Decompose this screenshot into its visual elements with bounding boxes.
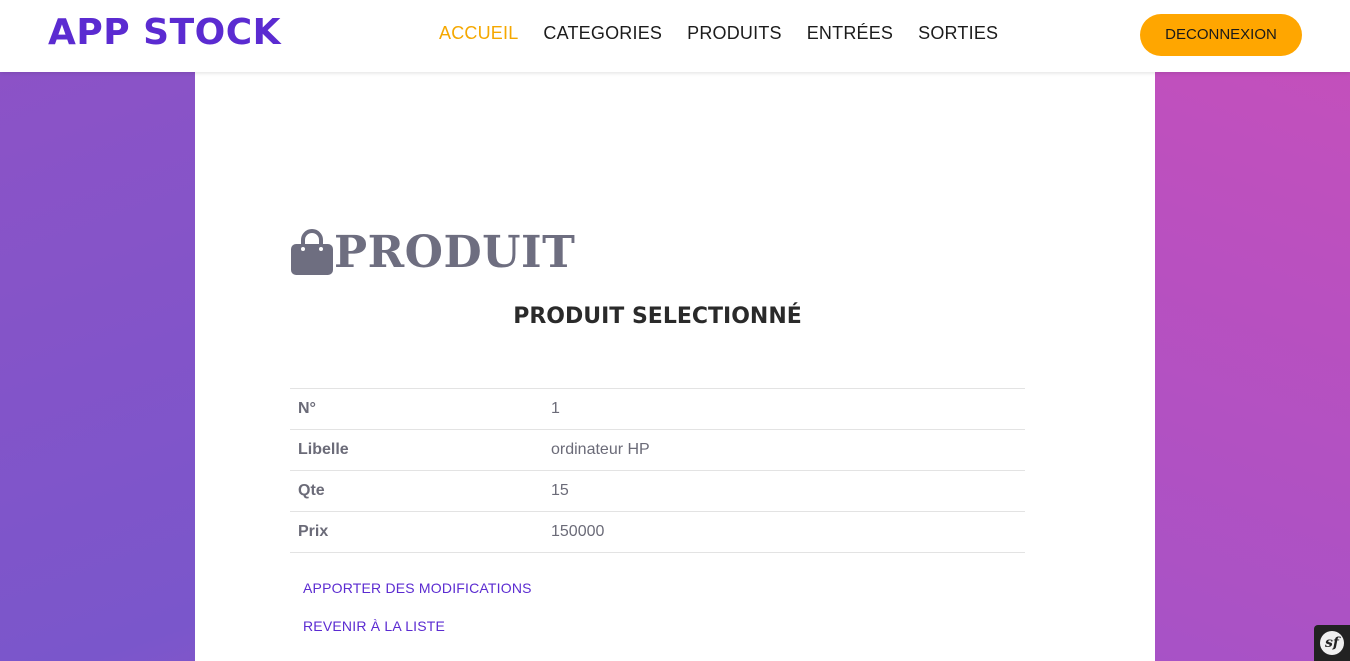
row-key-libelle: Libelle: [290, 429, 551, 471]
symfony-icon: sf: [1320, 631, 1344, 655]
row-key-number: N°: [290, 388, 551, 430]
table-row: Qte 15: [290, 470, 1025, 512]
row-value-libelle: ordinateur HP: [551, 429, 1025, 471]
background-gradient-right: [1155, 0, 1350, 661]
row-key-qte: Qte: [290, 470, 551, 512]
nav-item-sorties[interactable]: SORTIES: [918, 23, 998, 44]
table-row: N° 1: [290, 388, 1025, 430]
product-detail-table: N° 1 Libelle ordinateur HP Qte 15 Prix 1…: [290, 388, 1025, 553]
nav-item-produits[interactable]: PRODUITS: [687, 23, 782, 44]
nav-item-entrees[interactable]: ENTRÉES: [807, 23, 893, 44]
nav-item-accueil[interactable]: ACCUEIL: [439, 23, 518, 44]
row-key-prix: Prix: [290, 511, 551, 553]
top-navbar: APP STOCK ACCUEIL CATEGORIES PRODUITS EN…: [0, 0, 1350, 72]
page-heading: PRODUIT: [334, 227, 576, 278]
table-row: Libelle ordinateur HP: [290, 429, 1025, 471]
debug-toolbar-toggle[interactable]: sf: [1314, 625, 1350, 661]
section-subtitle: PRODUIT SELECTIONNÉ: [513, 304, 802, 329]
row-value-number: 1: [551, 388, 1025, 430]
nav-item-categories[interactable]: CATEGORIES: [543, 23, 662, 44]
edit-product-link[interactable]: APPORTER DES MODIFICATIONS: [303, 580, 532, 596]
back-to-list-link[interactable]: REVENIR À LA LISTE: [303, 618, 445, 634]
page-title: PRODUIT: [290, 228, 575, 276]
shopping-bag-icon: [291, 229, 333, 275]
main-nav: ACCUEIL CATEGORIES PRODUITS ENTRÉES SORT…: [439, 23, 1023, 44]
logout-button[interactable]: DECONNEXION: [1140, 14, 1302, 56]
row-value-prix: 150000: [551, 511, 1025, 553]
brand-logo[interactable]: APP STOCK: [48, 12, 281, 53]
table-row: Prix 150000: [290, 511, 1025, 553]
row-value-qte: 15: [551, 470, 1025, 512]
product-detail-card: PRODUIT PRODUIT SELECTIONNÉ N° 1 Libelle…: [195, 72, 1155, 661]
